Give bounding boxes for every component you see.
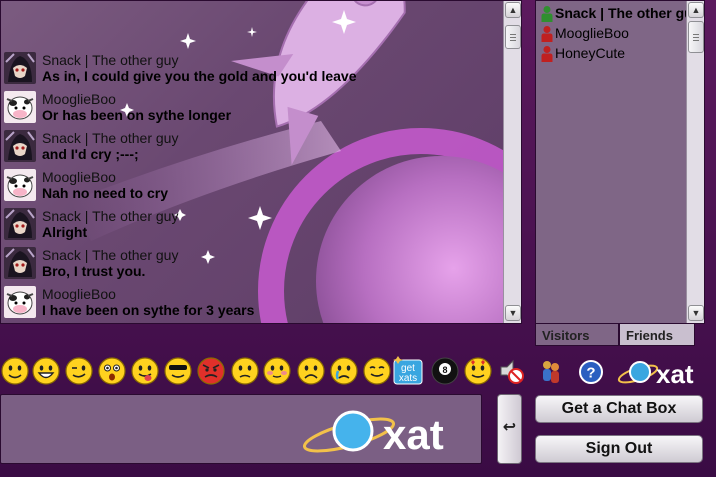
scroll-thumb[interactable] [505, 25, 521, 49]
message-text: Or has been on sythe longer [42, 107, 232, 123]
chat-message: Snack | The other guy As in, I could give… [3, 49, 499, 88]
blush-icon[interactable] [262, 356, 292, 388]
dark-character-avatar[interactable] [4, 208, 36, 240]
message-text: Alright [42, 224, 88, 240]
sad-icon[interactable] [230, 356, 260, 388]
chat-message: MooglieBoo Nah no need to cry [3, 166, 499, 205]
message-author[interactable]: Snack | The other guy [42, 247, 178, 263]
message-author[interactable]: MooglieBoo [42, 286, 116, 302]
svg-text:xats: xats [399, 373, 417, 384]
frown-icon[interactable] [296, 356, 326, 388]
user-list-panel: Snack | The other guy MooglieBoo HoneyCute… [535, 0, 705, 324]
chat-scrollbar[interactable]: ▲ ▼ [503, 1, 521, 323]
chat-message: Snack | The other guy Bro, I trust you. [3, 244, 499, 283]
help-icon[interactable]: ? [578, 358, 604, 386]
chat-panel: Snack | The other guy As in, I could give… [0, 0, 522, 324]
scroll-down-button[interactable]: ▼ [688, 305, 704, 321]
user-status-icon [541, 6, 553, 22]
svg-text:8: 8 [442, 365, 447, 375]
svg-text:xat: xat [656, 359, 694, 389]
user-name[interactable]: Snack | The other guy [555, 5, 687, 21]
angry-icon[interactable] [196, 356, 226, 388]
user-list-scrollbar[interactable]: ▲ ▼ [686, 1, 704, 323]
biggrin-icon[interactable] [31, 356, 61, 388]
message-text: As in, I could give you the gold and you… [42, 68, 357, 84]
message-list: Snack | The other guy As in, I could give… [3, 49, 499, 322]
user-list-item[interactable]: MooglieBoo [538, 23, 684, 43]
get-xats-icon[interactable]: get xats [393, 356, 423, 388]
user-list: Snack | The other guy MooglieBoo HoneyCute [538, 3, 687, 63]
message-author[interactable]: MooglieBoo [42, 91, 116, 107]
sign-out-button[interactable]: Sign Out [535, 435, 703, 463]
dark-character-avatar[interactable] [4, 247, 36, 279]
chat-message: MooglieBoo I have been on sythe for 3 yea… [3, 283, 499, 322]
xat-logo: xat [302, 410, 444, 457]
eight-ball-icon[interactable]: 8 [430, 356, 460, 388]
user-status-icon [541, 26, 553, 42]
svg-text:?: ? [586, 365, 595, 382]
cry-icon[interactable] [329, 356, 359, 388]
content-icon[interactable] [362, 356, 392, 388]
scroll-up-button[interactable]: ▲ [505, 2, 521, 18]
hearts-smiley-icon[interactable] [463, 356, 493, 388]
message-text: I have been on sythe for 3 years [42, 302, 255, 318]
smiley-bar: get xats 8 [0, 356, 530, 390]
scroll-up-button[interactable]: ▲ [688, 2, 704, 18]
dark-character-avatar[interactable] [4, 130, 36, 162]
tongue-icon[interactable] [130, 356, 160, 388]
xat-logo-small: xat [617, 359, 694, 389]
tab-visitors[interactable]: Visitors [535, 324, 619, 346]
message-author[interactable]: Snack | The other guy [42, 208, 178, 224]
cool-icon[interactable] [163, 356, 193, 388]
chat-message: Snack | The other guy and I'd cry ;---; [3, 127, 499, 166]
cow-avatar[interactable] [4, 169, 36, 201]
smile-icon[interactable] [0, 356, 30, 388]
tab-friends[interactable]: Friends [619, 324, 695, 346]
user-name[interactable]: HoneyCute [555, 45, 687, 61]
chat-message: MooglieBoo Or has been on sythe longer [3, 88, 499, 127]
cow-avatar[interactable] [4, 286, 36, 318]
no-sound-icon[interactable] [496, 356, 526, 388]
cow-avatar[interactable] [4, 91, 36, 123]
user-list-item[interactable]: HoneyCute [538, 43, 684, 63]
chat-message: Snack | The other guy Alright [3, 205, 499, 244]
confused-icon[interactable] [97, 356, 127, 388]
svg-text:xat: xat [383, 411, 444, 457]
user-name[interactable]: MooglieBoo [555, 25, 687, 41]
message-text: Bro, I trust you. [42, 263, 146, 279]
message-author[interactable]: MooglieBoo [42, 169, 116, 185]
scroll-down-button[interactable]: ▼ [505, 305, 521, 321]
message-author[interactable]: Snack | The other guy [42, 130, 178, 146]
user-status-icon [541, 46, 553, 62]
message-author[interactable]: Snack | The other guy [42, 52, 178, 68]
message-text: and I'd cry ;---; [42, 146, 139, 162]
send-button[interactable]: ↩ [497, 394, 522, 464]
dark-character-avatar[interactable] [4, 52, 36, 84]
user-list-item[interactable]: Snack | The other guy [538, 3, 687, 23]
users-icon[interactable] [538, 358, 564, 386]
message-input[interactable]: xat [0, 394, 482, 464]
message-text: Nah no need to cry [42, 185, 169, 201]
get-chat-box-button[interactable]: Get a Chat Box [535, 395, 703, 423]
wink-icon[interactable] [64, 356, 94, 388]
scroll-thumb[interactable] [688, 21, 704, 53]
